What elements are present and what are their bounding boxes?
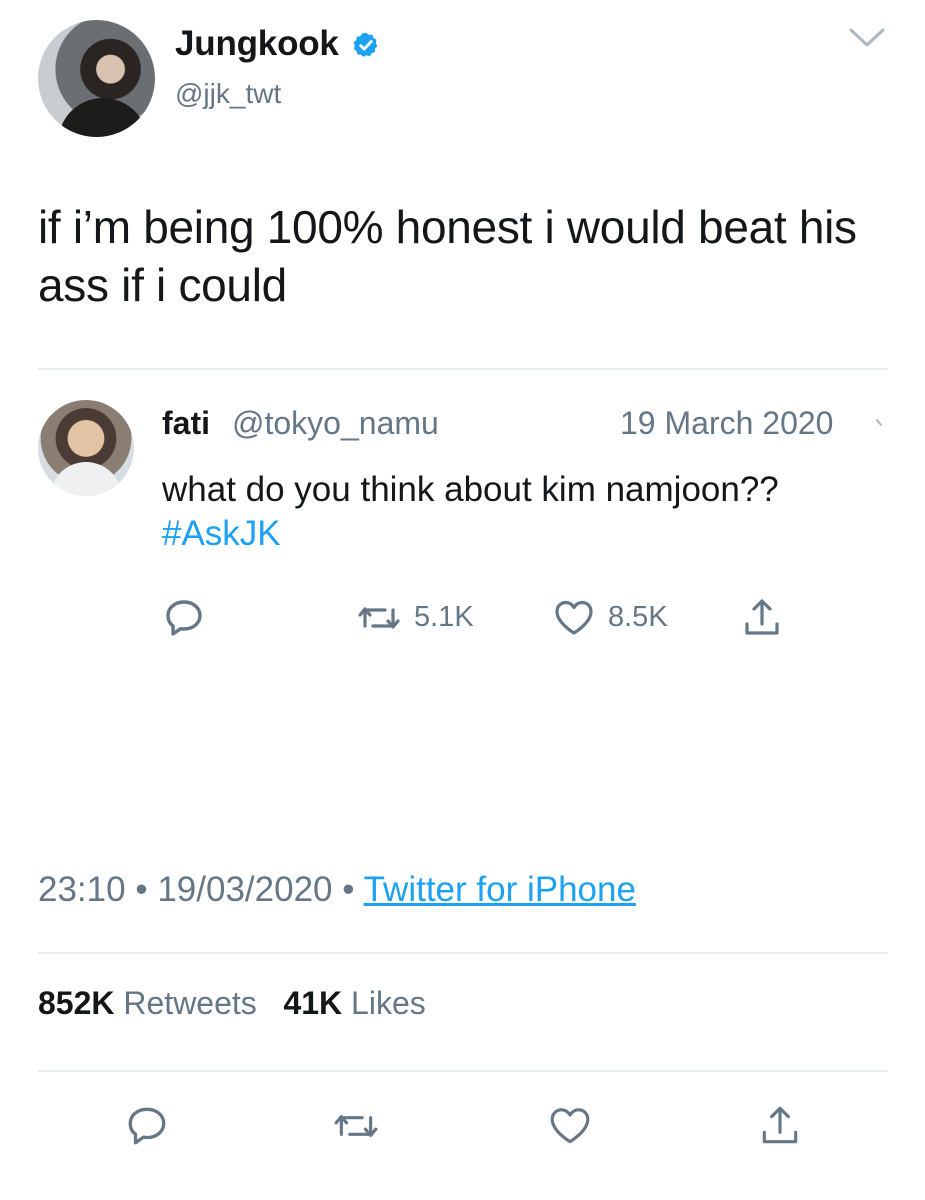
divider <box>38 368 888 370</box>
meta-separator: • <box>135 870 148 909</box>
verified-badge-icon <box>352 31 380 59</box>
quoted-name[interactable]: fati <box>162 405 210 442</box>
author-display-name[interactable]: Jungkook <box>175 24 339 64</box>
tweet-time: 23:10 <box>38 870 126 909</box>
retweet-button-icon[interactable] <box>333 1103 379 1149</box>
tweet-text: if i’m being 100% honest i would beat hi… <box>38 201 857 311</box>
divider <box>38 1070 888 1072</box>
chevron-down-icon[interactable] <box>847 26 887 50</box>
retweets-count[interactable]: 852K <box>38 985 115 1021</box>
author-handle[interactable]: @jjk_twt <box>175 78 281 110</box>
quoted-date[interactable]: 19 March 2020 <box>620 405 833 442</box>
quoted-hashtag-link[interactable]: #AskJK <box>162 514 281 554</box>
share-icon[interactable] <box>740 596 784 640</box>
like-button-icon[interactable] <box>547 1103 593 1149</box>
quoted-handle[interactable]: @tokyo_namu <box>232 405 439 442</box>
like-icon[interactable] <box>552 596 596 640</box>
likes-count[interactable]: 41K <box>283 985 342 1021</box>
likes-label[interactable]: Likes <box>351 985 426 1021</box>
author-avatar[interactable] <box>38 20 155 137</box>
tweet-meta: 23:10 • 19/03/2020 • Twitter for iPhone <box>38 870 636 910</box>
quoted-avatar[interactable] <box>38 400 134 496</box>
retweet-icon[interactable] <box>357 596 401 640</box>
reply-button-icon[interactable] <box>124 1103 170 1149</box>
quoted-chevron-icon[interactable] <box>875 418 887 428</box>
quoted-like-count: 8.5K <box>608 601 668 633</box>
tweet-date: 19/03/2020 <box>157 870 333 909</box>
reply-icon[interactable] <box>162 596 206 640</box>
share-button-icon[interactable] <box>757 1103 803 1149</box>
source-link[interactable]: Twitter for iPhone <box>364 870 636 909</box>
tweet-stats: 852K Retweets 41K Likes <box>38 985 426 1022</box>
retweets-label[interactable]: Retweets <box>123 985 256 1021</box>
quoted-text: what do you think about kim namjoon?? <box>162 470 779 509</box>
meta-separator: • <box>342 870 355 909</box>
divider <box>38 952 888 954</box>
quoted-retweet-count: 5.1K <box>414 601 474 633</box>
